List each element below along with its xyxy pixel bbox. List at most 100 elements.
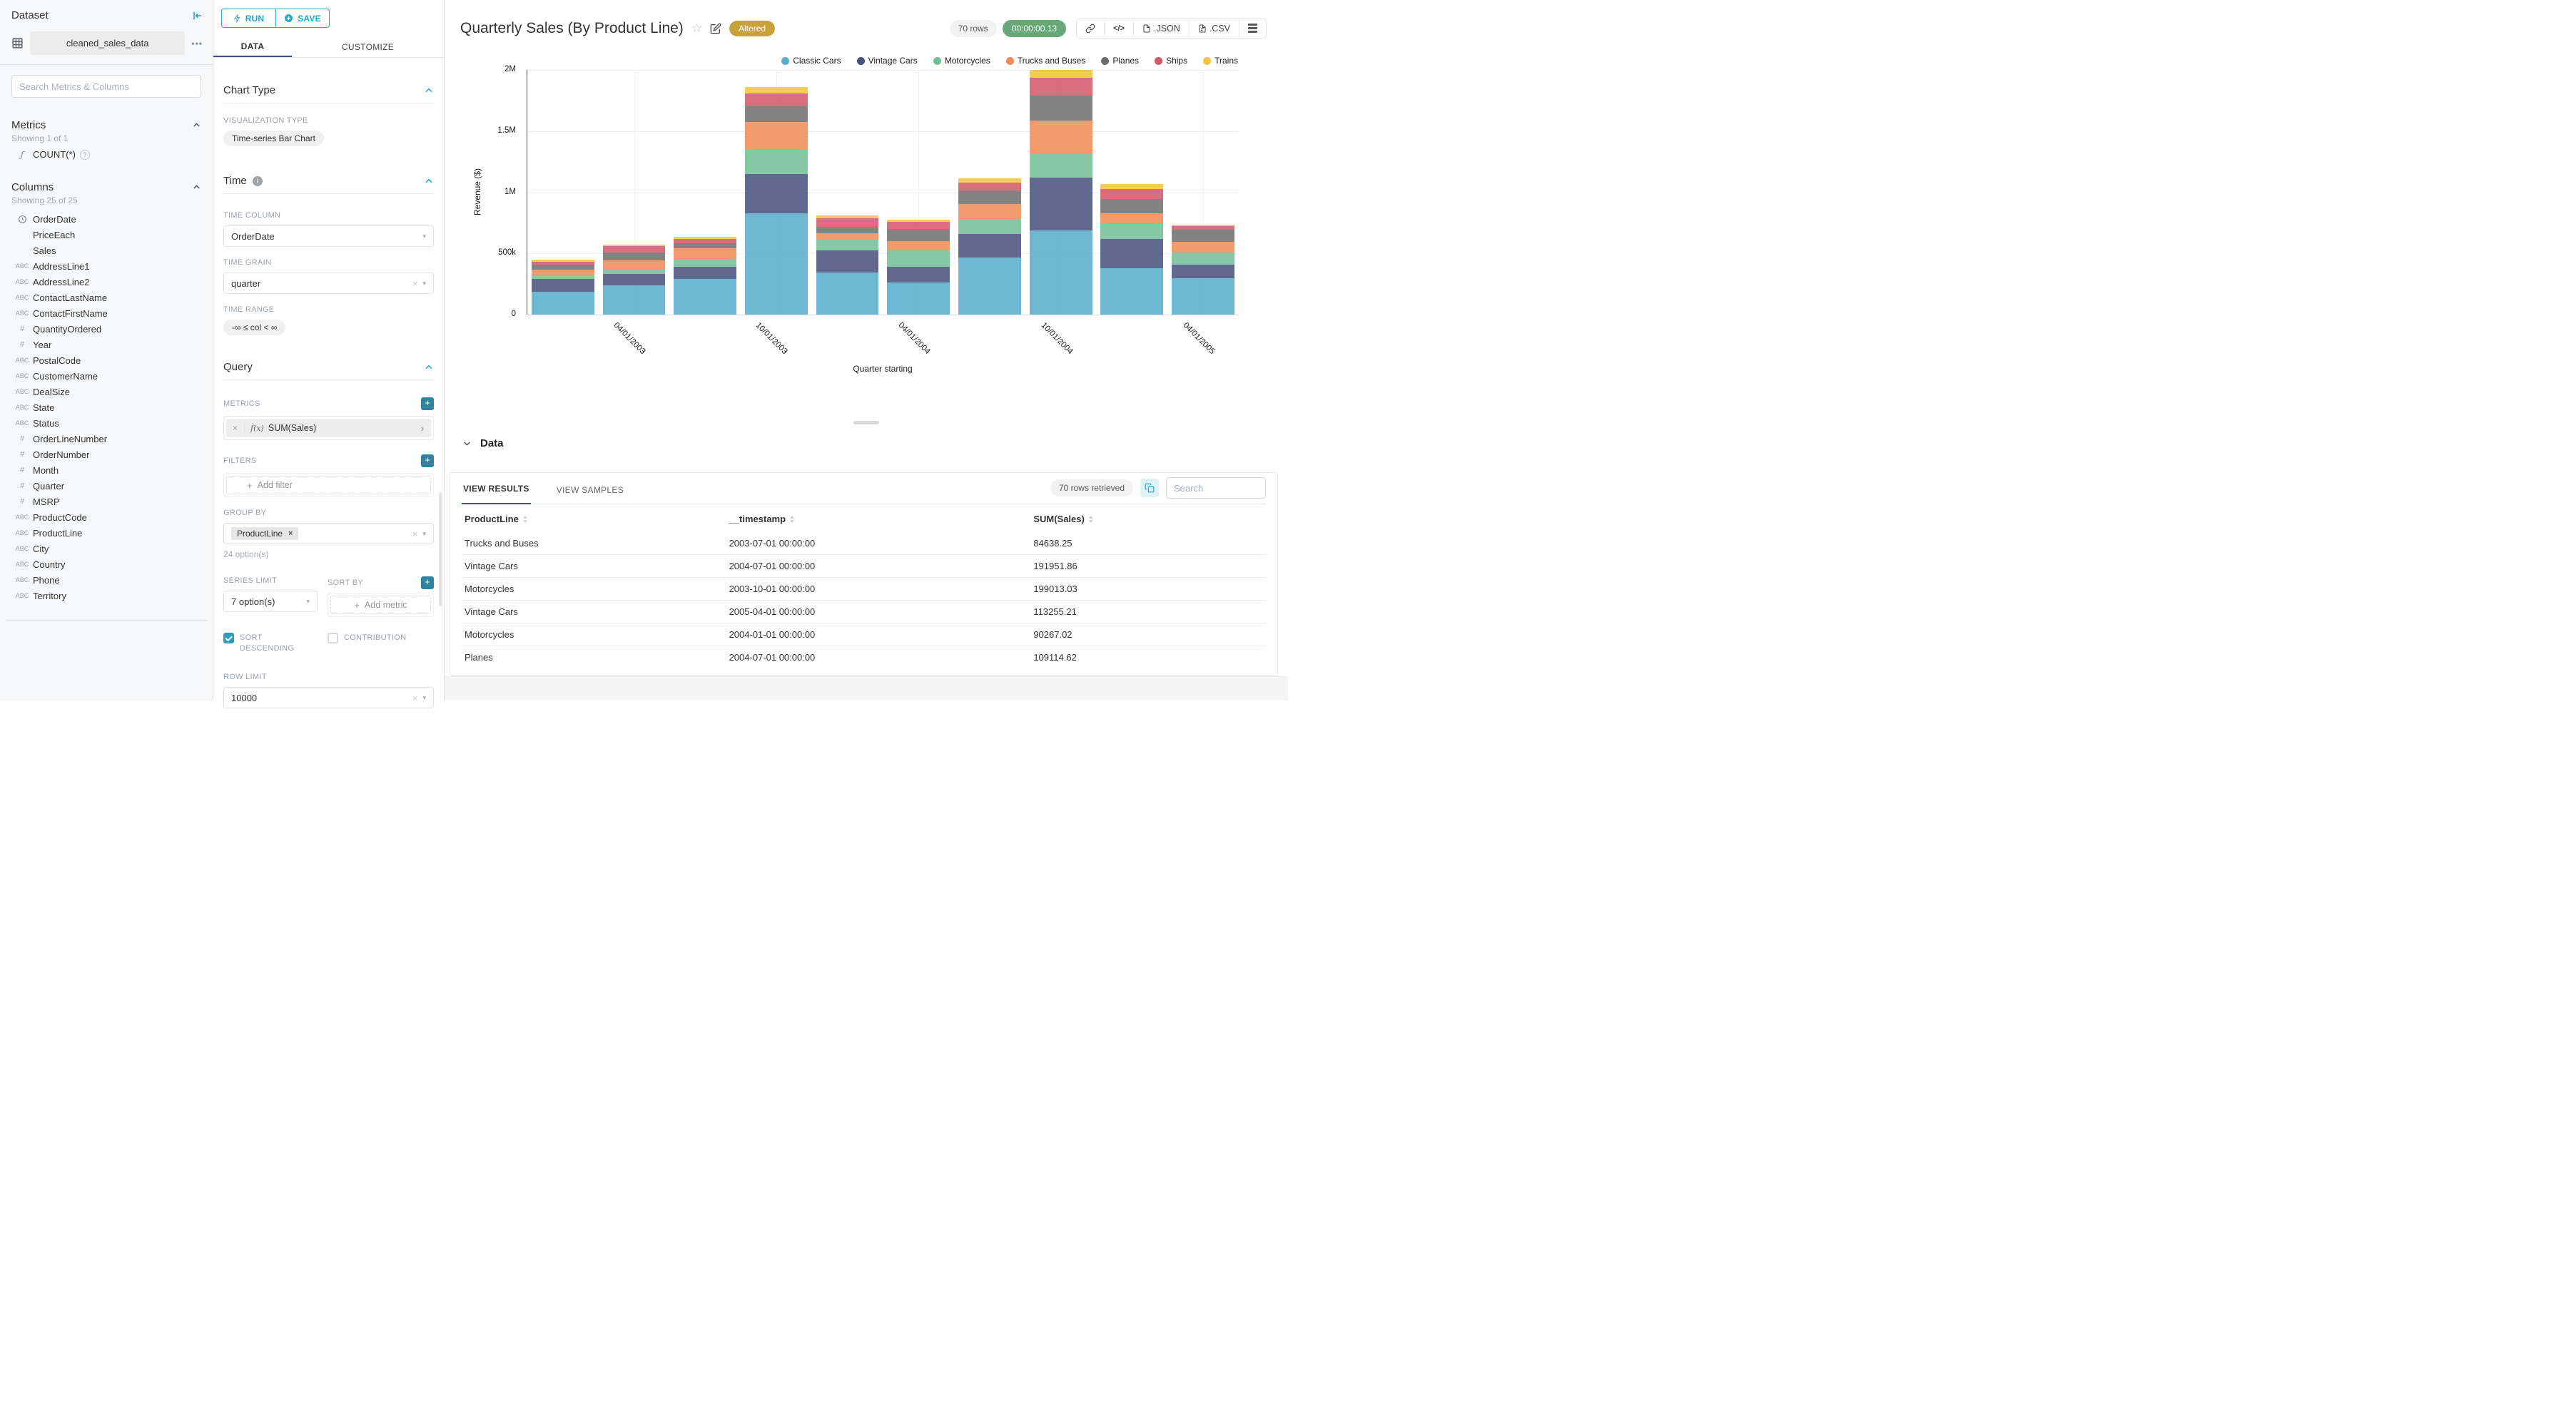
results-search-input[interactable] <box>1166 477 1266 499</box>
remove-chip-icon[interactable]: × <box>288 529 293 538</box>
stacked-bar[interactable] <box>602 244 666 315</box>
bar-segment-planes[interactable] <box>887 228 950 241</box>
legend-item-trains[interactable]: Trains <box>1203 56 1238 66</box>
column-list-item[interactable]: # OrderLineNumber <box>0 431 213 447</box>
bar-segment-classic-cars[interactable] <box>745 213 808 315</box>
bar-segment-trains[interactable] <box>887 219 950 222</box>
bar-segment-classic-cars[interactable] <box>531 292 594 315</box>
export-csv-button[interactable]: .CSV <box>1188 19 1239 38</box>
column-list-item[interactable]: ABC Phone <box>0 572 213 588</box>
collapse-sidebar-icon[interactable] <box>191 10 203 21</box>
bar-segment-classic-cars[interactable] <box>674 278 737 315</box>
series-limit-select[interactable]: 7 option(s) ▾ <box>223 591 318 612</box>
tab-customize[interactable]: CUSTOMIZE <box>292 36 444 57</box>
time-grain-select[interactable]: quarter × ▾ <box>223 272 434 294</box>
table-row[interactable]: Motorcycles 2004-01-01 00:00:00 90267.02 <box>462 623 1266 646</box>
export-json-button[interactable]: .JSON <box>1133 19 1189 38</box>
time-column-select[interactable]: OrderDate ▾ <box>223 225 434 247</box>
clear-icon[interactable]: × <box>412 693 418 703</box>
bar-segment-trucks-and-buses[interactable] <box>816 233 879 240</box>
bar-segment-trucks-and-buses[interactable] <box>674 248 737 259</box>
bar-segment-vintage-cars[interactable] <box>1029 178 1092 230</box>
stacked-bar[interactable] <box>958 178 1021 315</box>
time-collapse-chevron-icon[interactable] <box>424 176 434 186</box>
stacked-bar[interactable] <box>1100 183 1164 315</box>
bar-segment-ships[interactable] <box>531 261 594 265</box>
bar-segment-trucks-and-buses[interactable] <box>1100 213 1164 224</box>
bar-segment-trucks-and-buses[interactable] <box>531 269 594 275</box>
bar-segment-vintage-cars[interactable] <box>745 173 808 214</box>
dataset-options-kebab-icon[interactable]: ••• <box>191 39 203 49</box>
metric-list-item[interactable]: ƒ COUNT(*)? <box>0 146 213 163</box>
bar-segment-trains[interactable] <box>745 86 808 94</box>
bar-segment-planes[interactable] <box>1029 96 1092 121</box>
remove-metric-icon[interactable]: × <box>226 423 245 433</box>
legend-item-vintage-cars[interactable]: Vintage Cars <box>856 56 918 66</box>
bar-segment-ships[interactable] <box>958 182 1021 191</box>
add-filter-plus-button[interactable]: + <box>421 454 434 467</box>
bar-segment-classic-cars[interactable] <box>887 282 950 315</box>
column-list-item[interactable]: ABC PostalCode <box>0 352 213 368</box>
bar-segment-motorcycles[interactable] <box>816 239 879 251</box>
bar-segment-motorcycles[interactable] <box>531 274 594 279</box>
column-list-item[interactable]: Sales <box>0 243 213 258</box>
edit-properties-icon[interactable] <box>710 23 721 34</box>
chevron-right-icon[interactable]: › <box>414 422 431 434</box>
stacked-bar[interactable] <box>1029 70 1092 315</box>
bar-segment-classic-cars[interactable] <box>1172 278 1234 315</box>
chart-type-collapse-chevron-icon[interactable] <box>424 86 434 96</box>
bar-segment-ships[interactable] <box>1172 225 1234 230</box>
stacked-bar[interactable] <box>816 215 879 315</box>
column-list-item[interactable]: # Quarter <box>0 478 213 494</box>
bar-segment-motorcycles[interactable] <box>1100 223 1164 240</box>
embed-code-button[interactable]: </> <box>1104 19 1133 38</box>
bar-segment-planes[interactable] <box>958 190 1021 204</box>
bar-segment-motorcycles[interactable] <box>887 250 950 268</box>
bar-segment-trains[interactable] <box>816 215 879 218</box>
column-list-item[interactable]: ABC CustomerName <box>0 368 213 384</box>
bar-segment-trucks-and-buses[interactable] <box>958 203 1021 220</box>
altered-badge[interactable]: Altered <box>729 20 776 36</box>
column-list-item[interactable]: PriceEach <box>0 227 213 243</box>
column-list-item[interactable]: ABC City <box>0 541 213 556</box>
bar-segment-trains[interactable] <box>674 236 737 239</box>
clear-icon[interactable]: × <box>412 529 418 539</box>
data-panel-header[interactable]: Data <box>445 424 1288 449</box>
clear-icon[interactable]: × <box>412 278 418 289</box>
column-list-item[interactable]: # Month <box>0 462 213 478</box>
bar-segment-vintage-cars[interactable] <box>958 233 1021 258</box>
column-list-item[interactable]: # Year <box>0 337 213 352</box>
time-range-value[interactable]: -∞ ≤ col < ∞ <box>223 320 286 335</box>
bar-segment-vintage-cars[interactable] <box>887 267 950 283</box>
bar-segment-classic-cars[interactable] <box>816 272 879 315</box>
bar-segment-motorcycles[interactable] <box>958 219 1021 234</box>
metric-pill[interactable]: × f(x) SUM(Sales) › <box>226 419 431 437</box>
bar-segment-ships[interactable] <box>816 218 879 227</box>
table-row[interactable]: Trucks and Buses 2003-07-01 00:00:00 84638… <box>462 532 1266 554</box>
columns-collapse-chevron-icon[interactable] <box>192 183 201 192</box>
column-list-item[interactable]: ABC AddressLine2 <box>0 274 213 290</box>
stacked-bar[interactable] <box>745 86 808 315</box>
bar-segment-trains[interactable] <box>1100 183 1164 189</box>
bar-segment-planes[interactable] <box>1100 198 1164 214</box>
bar-segment-motorcycles[interactable] <box>1172 253 1234 265</box>
bar-segment-vintage-cars[interactable] <box>602 274 666 285</box>
row-limit-select[interactable]: 10000 × ▾ <box>223 687 434 708</box>
bar-segment-trucks-and-buses[interactable] <box>745 121 808 150</box>
column-header-productline[interactable]: ProductLine <box>465 514 729 524</box>
bar-segment-trains[interactable] <box>602 244 666 247</box>
table-row[interactable]: Motorcycles 2003-10-01 00:00:00 199013.03 <box>462 577 1266 600</box>
column-list-item[interactable]: ABC ProductLine <box>0 525 213 541</box>
bar-segment-vintage-cars[interactable] <box>531 278 594 292</box>
column-list-item[interactable]: ABC Status <box>0 415 213 431</box>
contribution-checkbox[interactable] <box>328 633 338 643</box>
column-list-item[interactable]: ABC Territory <box>0 588 213 603</box>
bar-segment-trains[interactable] <box>1029 70 1092 78</box>
legend-item-classic-cars[interactable]: Classic Cars <box>781 56 841 66</box>
stacked-bar[interactable] <box>887 219 950 315</box>
bar-segment-ships[interactable] <box>745 93 808 107</box>
bar-segment-classic-cars[interactable] <box>1029 230 1092 315</box>
bar-segment-ships[interactable] <box>602 246 666 253</box>
query-collapse-chevron-icon[interactable] <box>424 362 434 372</box>
bar-segment-planes[interactable] <box>1172 229 1234 242</box>
